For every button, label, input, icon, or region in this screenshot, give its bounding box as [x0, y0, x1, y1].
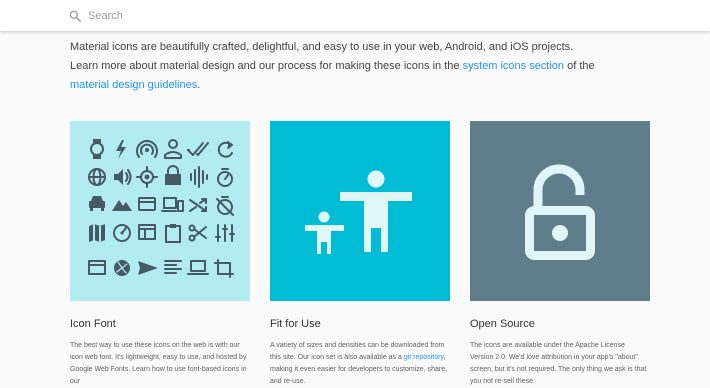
done-all-icon [187, 142, 209, 156]
icon-grid [88, 139, 235, 278]
material-design-guidelines-link[interactable]: material design guidelines [70, 79, 197, 91]
person-outline-icon [164, 139, 182, 159]
format-align-left-icon [164, 260, 182, 274]
fit-for-use-description: A variety of sizes and densities can be … [270, 340, 450, 388]
timer-off-icon [216, 196, 234, 216]
tab-icon [88, 260, 106, 275]
laptop-icon [187, 260, 209, 275]
git-repository-link[interactable]: git repository [404, 354, 444, 361]
search-icon[interactable] [68, 9, 82, 23]
assignment-icon [165, 224, 181, 243]
intro-line-3-post: . [197, 79, 201, 91]
lock-icon [165, 165, 181, 185]
gps-fixed-icon [136, 166, 158, 188]
graphic-eq-icon [190, 166, 208, 188]
shuffle-icon [189, 198, 207, 212]
system-icons-link[interactable]: system icons section [463, 60, 564, 72]
camera-icon [114, 260, 130, 276]
search-bar [0, 0, 710, 31]
crop-icon [214, 259, 234, 278]
refresh-icon [217, 141, 233, 158]
tune-icon [215, 224, 235, 242]
send-icon [138, 261, 158, 275]
volume-up-icon [114, 169, 132, 185]
map-icon [89, 224, 105, 242]
flash-icon [116, 140, 126, 159]
intro-text: Material icons are beautifully crafted, … [70, 38, 630, 95]
search-input[interactable] [88, 6, 388, 26]
accessibility-icon [305, 170, 412, 254]
watch-icon [90, 139, 104, 159]
intro-line-2-pre: Learn more about material design and our… [70, 60, 463, 72]
wifi-tethering-icon [136, 140, 158, 158]
icon-font-card-image [70, 121, 250, 301]
icon-font-description: The best way to use these icons on the w… [70, 342, 247, 385]
intro-line-2-post: of the [564, 60, 595, 72]
landscape-icon [112, 200, 132, 211]
icon-font-title: Icon Font [70, 318, 116, 330]
open-source-description: The icons are available under the Apache… [470, 342, 647, 385]
intro-line-1: Material icons are beautifully crafted, … [70, 41, 574, 53]
fit-for-use-title: Fit for Use [270, 318, 321, 330]
open-source-card-image [470, 121, 650, 301]
open-source-title: Open Source [470, 318, 535, 330]
lock-open-icon [525, 164, 595, 260]
language-icon [88, 168, 106, 186]
content-cut-icon [188, 224, 207, 242]
fit-for-use-card-image [270, 121, 450, 301]
web-icon [138, 224, 156, 240]
directions-car-icon [89, 196, 105, 211]
devices-icon [161, 197, 184, 212]
timer-icon [217, 168, 233, 187]
credit-card-icon [138, 197, 156, 211]
speed-icon [113, 224, 131, 242]
